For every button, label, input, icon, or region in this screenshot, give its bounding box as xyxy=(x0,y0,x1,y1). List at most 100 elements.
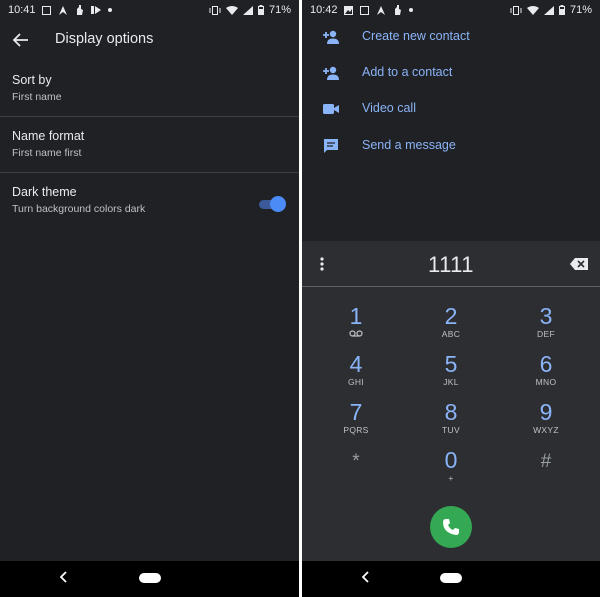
dial-key-star[interactable]: * xyxy=(316,449,396,493)
status-bar: 10:41 71% xyxy=(0,0,299,20)
battery-percent: 71% xyxy=(569,4,592,16)
wifi-icon xyxy=(225,5,238,15)
dial-key-8[interactable]: 8 TUV xyxy=(411,399,491,443)
create-new-contact-action[interactable]: Create new contact xyxy=(302,19,600,55)
wifi-icon xyxy=(526,5,539,15)
dial-key-2[interactable]: 2 ABC xyxy=(411,303,491,347)
backspace-icon[interactable] xyxy=(570,258,588,270)
navigation-bar xyxy=(0,561,299,597)
action-label: Send a message xyxy=(362,138,456,152)
navigation-bar xyxy=(302,561,600,597)
key-letters: PQRS xyxy=(343,425,369,435)
page-title: Display options xyxy=(55,31,154,47)
dark-theme-toggle[interactable] xyxy=(259,196,286,212)
back-arrow-icon[interactable] xyxy=(12,31,30,49)
dial-key-5[interactable]: 5 JKL xyxy=(411,351,491,395)
message-icon xyxy=(324,139,338,153)
key-digit: * xyxy=(352,451,360,472)
setting-title: Name format xyxy=(12,129,85,143)
battery-percent: 71% xyxy=(268,4,291,16)
nav-back-icon[interactable] xyxy=(60,571,68,583)
vibrate-icon xyxy=(209,5,221,15)
person-add-icon xyxy=(323,66,339,80)
key-digit: 8 xyxy=(444,399,458,425)
image-notification-icon xyxy=(343,5,353,15)
key-digit: 7 xyxy=(349,399,363,425)
key-digit: 9 xyxy=(539,399,553,425)
phone-icon xyxy=(443,519,459,535)
status-time: 10:41 xyxy=(8,4,36,16)
setting-summary: First name first xyxy=(12,147,82,159)
key-letters: GHI xyxy=(347,377,364,387)
divider xyxy=(0,172,299,173)
hand-icon xyxy=(76,5,83,15)
nav-home-button[interactable] xyxy=(440,573,462,583)
dialpad: 1111 1 2 ABC 3 DEF 4 GHI 5 JKL 6 MNO 7 P… xyxy=(302,241,600,561)
hand-icon xyxy=(394,5,401,15)
key-letters: TUV xyxy=(442,425,460,435)
key-digit: 5 xyxy=(444,351,458,377)
setting-summary: First name xyxy=(12,91,62,103)
dial-key-hash[interactable]: # xyxy=(506,449,586,493)
app-bar: Display options xyxy=(0,22,299,58)
dial-key-0[interactable]: 0 + xyxy=(411,447,491,491)
screenshot-notification-icon xyxy=(41,5,51,15)
action-label: Add to a contact xyxy=(362,65,453,79)
status-bar: 10:42 71% xyxy=(302,0,600,20)
dot-icon xyxy=(107,8,112,12)
toggle-thumb xyxy=(270,196,286,212)
key-digit: 6 xyxy=(539,351,553,377)
key-digit: 4 xyxy=(349,351,363,377)
navigation-arrow-icon xyxy=(58,5,67,15)
display-options-screen: 10:41 71% Display options Sort by First … xyxy=(0,0,299,597)
dialer-screen: 10:42 71% Create new contact Add to a co… xyxy=(302,0,600,597)
vibrate-icon xyxy=(510,5,522,15)
name-format-setting[interactable]: Name format First name first xyxy=(0,120,299,176)
key-letters: WXYZ xyxy=(533,425,559,435)
send-message-action[interactable]: Send a message xyxy=(302,128,600,164)
dial-key-6[interactable]: 6 MNO xyxy=(506,351,586,395)
signal-icon xyxy=(543,5,554,15)
setting-title: Dark theme xyxy=(12,185,77,199)
setting-title: Sort by xyxy=(12,73,52,87)
nav-back-icon[interactable] xyxy=(362,571,370,583)
videocam-icon xyxy=(323,104,339,114)
action-label: Video call xyxy=(362,101,416,115)
dark-theme-setting[interactable]: Dark theme Turn background colors dark xyxy=(0,176,299,232)
key-digit: 0 xyxy=(444,447,458,473)
key-digit: 2 xyxy=(444,303,458,329)
dial-key-4[interactable]: 4 GHI xyxy=(316,351,396,395)
action-label: Create new contact xyxy=(362,29,470,43)
nav-home-button[interactable] xyxy=(138,573,161,583)
sort-by-setting[interactable]: Sort by First name xyxy=(0,64,299,120)
key-digit: 1 xyxy=(349,303,363,329)
battery-icon xyxy=(558,5,565,15)
battery-icon xyxy=(257,5,264,15)
video-call-action[interactable]: Video call xyxy=(302,91,600,127)
dial-key-3[interactable]: 3 DEF xyxy=(506,303,586,347)
signal-icon xyxy=(242,5,253,15)
status-time: 10:42 xyxy=(310,4,338,16)
key-letters: + xyxy=(448,473,454,483)
dialed-number-row: 1111 xyxy=(302,241,600,287)
person-add-icon xyxy=(323,30,339,44)
key-letters: MNO xyxy=(535,377,557,387)
call-button[interactable] xyxy=(430,506,472,548)
key-digit: # xyxy=(540,451,552,472)
key-digit: 3 xyxy=(539,303,553,329)
key-letters: ABC xyxy=(441,329,461,339)
setting-summary: Turn background colors dark xyxy=(12,203,146,215)
key-letters: JKL xyxy=(443,377,459,387)
key-letters: DEF xyxy=(537,329,555,339)
screenshot-notification-icon xyxy=(359,5,369,15)
dial-key-7[interactable]: 7 PQRS xyxy=(316,399,396,443)
divider xyxy=(0,116,299,117)
dialed-number[interactable]: 1111 xyxy=(302,252,600,278)
navigation-arrow-icon xyxy=(376,5,385,15)
dial-key-9[interactable]: 9 WXYZ xyxy=(506,399,586,443)
dot-icon xyxy=(408,8,413,12)
dial-key-1[interactable]: 1 xyxy=(316,303,396,347)
media-icon xyxy=(90,6,101,14)
add-to-contact-action[interactable]: Add to a contact xyxy=(302,55,600,91)
voicemail-icon xyxy=(349,330,363,337)
